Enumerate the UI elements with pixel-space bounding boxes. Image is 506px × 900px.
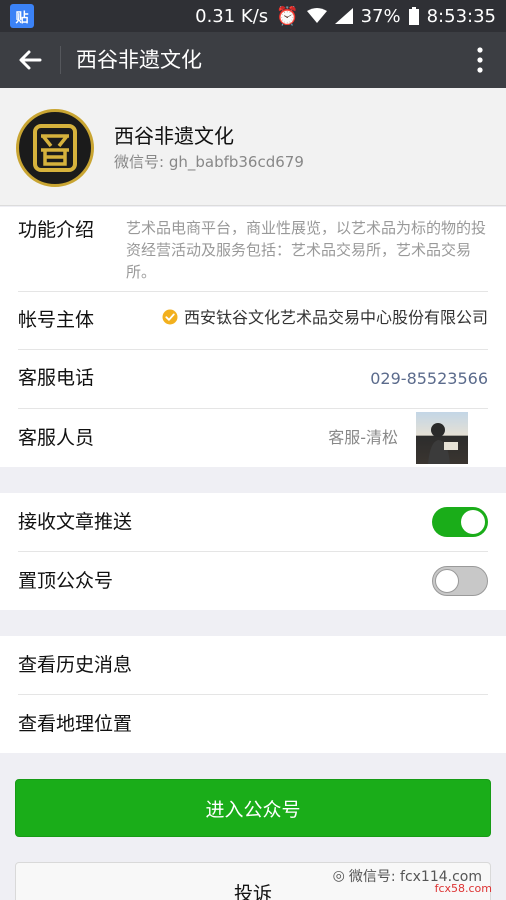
phone-label: 客服电话 <box>18 367 95 389</box>
info-card: 功能介绍 艺术品电商平台，商业性展览，以艺术品为标的物的投资经营活动及服务包括：… <box>0 207 506 467</box>
pin-row: 置顶公众号 <box>18 566 488 596</box>
intro-text: 艺术品电商平台，商业性展览，以艺术品为标的物的投资经营活动及服务包括：艺术品交易… <box>126 219 487 281</box>
back-arrow-icon[interactable] <box>16 46 44 74</box>
location-row[interactable]: 查看地理位置 <box>18 695 488 753</box>
subject-value: 西安钛谷文化艺术品交易中心股份有限公司 <box>183 308 488 327</box>
toggle-knob <box>461 510 485 534</box>
staff-label: 客服人员 <box>18 427 95 449</box>
settings-card: 接收文章推送 置顶公众号 <box>0 493 506 610</box>
divider <box>18 349 488 350</box>
wechat-logo-icon: ◎ <box>332 868 345 884</box>
battery-level: 37% <box>360 5 401 27</box>
app-notification-icon: 贴 <box>10 4 34 28</box>
staff-row[interactable]: 客服人员 客服-清松 <box>18 408 488 467</box>
wifi-icon <box>306 8 327 23</box>
account-logo <box>16 109 94 187</box>
battery-icon <box>408 7 419 25</box>
nav-divider <box>60 46 61 74</box>
signal-icon <box>334 8 353 24</box>
intro-row: 功能介绍 艺术品电商平台，商业性展览，以艺术品为标的物的投资经营活动及服务包括：… <box>18 217 488 291</box>
staff-avatar-figure <box>428 423 458 464</box>
pin-toggle[interactable] <box>432 566 488 596</box>
phone-value[interactable]: 029-85523566 <box>370 368 488 390</box>
verified-icon <box>162 309 178 325</box>
receive-row: 接收文章推送 <box>18 507 488 537</box>
network-speed: 0.31 K/s <box>195 5 269 27</box>
toggle-knob <box>435 569 459 593</box>
divider <box>18 291 488 292</box>
account-logo-emblem <box>33 124 77 172</box>
wechat-id: 微信号: gh_babfb36cd679 <box>114 153 304 171</box>
nav-bar: 西谷非遗文化 <box>0 32 506 88</box>
clock: 8:53:35 <box>426 5 496 27</box>
account-name: 西谷非遗文化 <box>114 124 234 148</box>
watermark-site: fcx58.com <box>434 882 492 895</box>
location-label: 查看地理位置 <box>18 713 133 735</box>
phone-row[interactable]: 客服电话 029-85523566 <box>18 365 488 395</box>
history-row[interactable]: 查看历史消息 <box>18 636 488 694</box>
staff-value: 客服-清松 <box>328 428 398 447</box>
receive-label: 接收文章推送 <box>18 511 133 533</box>
page-title: 西谷非遗文化 <box>76 48 202 72</box>
status-bar: 贴 0.31 K/s ⏰ 37% 8:53:35 <box>0 0 506 32</box>
enter-account-button[interactable]: 进入公众号 <box>15 779 491 837</box>
subject-row[interactable]: 帐号主体 西安钛谷文化艺术品交易中心股份有限公司 <box>18 307 488 337</box>
divider <box>18 551 488 552</box>
history-label: 查看历史消息 <box>18 654 133 676</box>
intro-label: 功能介绍 <box>18 219 95 241</box>
receive-toggle[interactable] <box>432 507 488 537</box>
pin-label: 置顶公众号 <box>18 570 114 592</box>
staff-avatar <box>416 412 468 464</box>
alarm-icon: ⏰ <box>276 5 299 27</box>
more-options-icon[interactable] <box>476 46 484 74</box>
history-card: 查看历史消息 查看地理位置 <box>0 636 506 753</box>
subject-value-wrap: 西安钛谷文化艺术品交易中心股份有限公司 <box>162 307 488 329</box>
subject-label: 帐号主体 <box>18 309 95 331</box>
status-right: 0.31 K/s ⏰ 37% 8:53:35 <box>195 0 496 32</box>
profile-header: 西谷非遗文化 微信号: gh_babfb36cd679 <box>0 88 506 206</box>
